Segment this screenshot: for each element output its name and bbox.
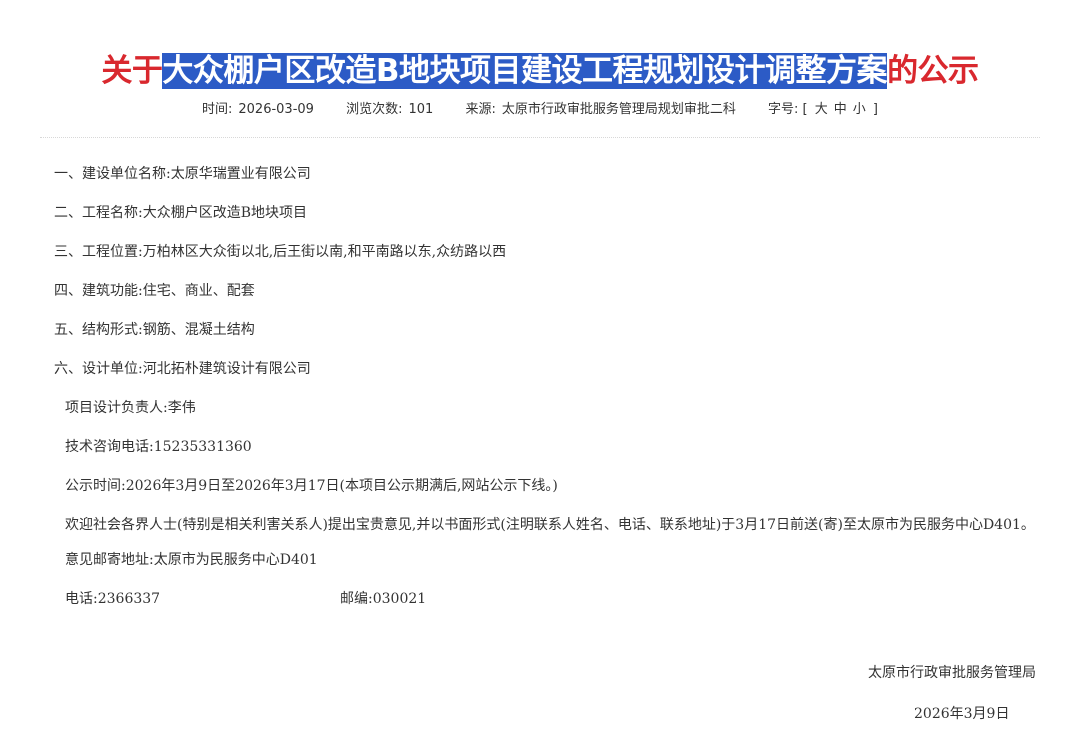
font-size-switcher: 字号: [ 大中小 ] [768,102,878,117]
article-source: 来源: 太原市行政审批服务管理局规划审批二科 [465,102,735,117]
info-item-project-name: 二、工程名称:大众棚户区改造B地块项目 [54,205,308,221]
header-divider [40,137,1040,138]
source-label: 来源: [465,102,496,117]
signature-date: 2026年3月9日 [914,706,1010,722]
font-size-large-link[interactable]: 大 [815,102,828,117]
info-item-function: 四、建筑功能:住宅、商业、配套 [54,283,255,299]
page-title: 关于大众棚户区改造B地块项目建设工程规划设计调整方案的公示 [0,49,1080,93]
mail-address-line: 意见邮寄地址:太原市为民服务中心D401 [65,552,318,568]
time-value: 2026-03-09 [238,102,314,117]
signature-organization: 太原市行政审批服务管理局 [868,665,1036,681]
bracket-close: ] [872,102,878,117]
invitation-paragraph: 欢迎社会各界人士(特别是相关利害关系人)提出宝贵意见,并以书面形式(注明联系人姓… [65,517,1035,533]
contact-row: 电话:2366337 邮编:030021 [54,585,1038,624]
title-suffix: 的公示 [887,52,979,89]
time-label: 时间: [201,102,233,117]
info-item-structure: 五、结构形式:钢筋、混凝土结构 [54,322,255,338]
bracket-open: [ [802,102,808,117]
title-prefix: 关于 [101,52,163,89]
consult-phone-line: 技术咨询电话:15235331360 [65,439,252,455]
views-label: 浏览次数: [346,102,403,117]
postcode-text: 邮编:030021 [340,591,427,607]
publicity-period-line: 公示时间:2026年3月9日至2026年3月17日(本项目公示期满后,网站公示下… [65,478,558,494]
info-item-location: 三、工程位置:万柏林区大众街以北,后王街以南,和平南路以东,众纺路以西 [54,244,507,260]
font-size-small-link[interactable]: 小 [853,102,866,117]
views-value: 101 [408,102,434,117]
article-body: 一、建设单位名称:太原华瑞置业有限公司 二、工程名称:大众棚户区改造B地块项目 … [54,160,1038,624]
info-item-construction-unit: 一、建设单位名称:太原华瑞置业有限公司 [54,166,311,182]
view-count: 浏览次数: 101 [346,102,433,117]
tel-text: 电话:2366337 [65,591,161,607]
title-highlighted-selection[interactable]: 大众棚户区改造B地块项目建设工程规划设计调整方案 [162,52,888,89]
source-value: 太原市行政审批服务管理局规划审批二科 [501,102,736,117]
info-item-design-unit: 六、设计单位:河北拓朴建筑设计有限公司 [54,361,311,377]
article-meta: 时间: 2026-03-09 浏览次数: 101 来源: 太原市行政审批服务管理局规划… [0,98,1080,117]
designer-line: 项目设计负责人:李伟 [65,400,196,416]
publish-time: 时间: 2026-03-09 [202,102,314,117]
fontsize-label: 字号: [767,102,799,117]
font-size-medium-link[interactable]: 中 [834,102,847,117]
